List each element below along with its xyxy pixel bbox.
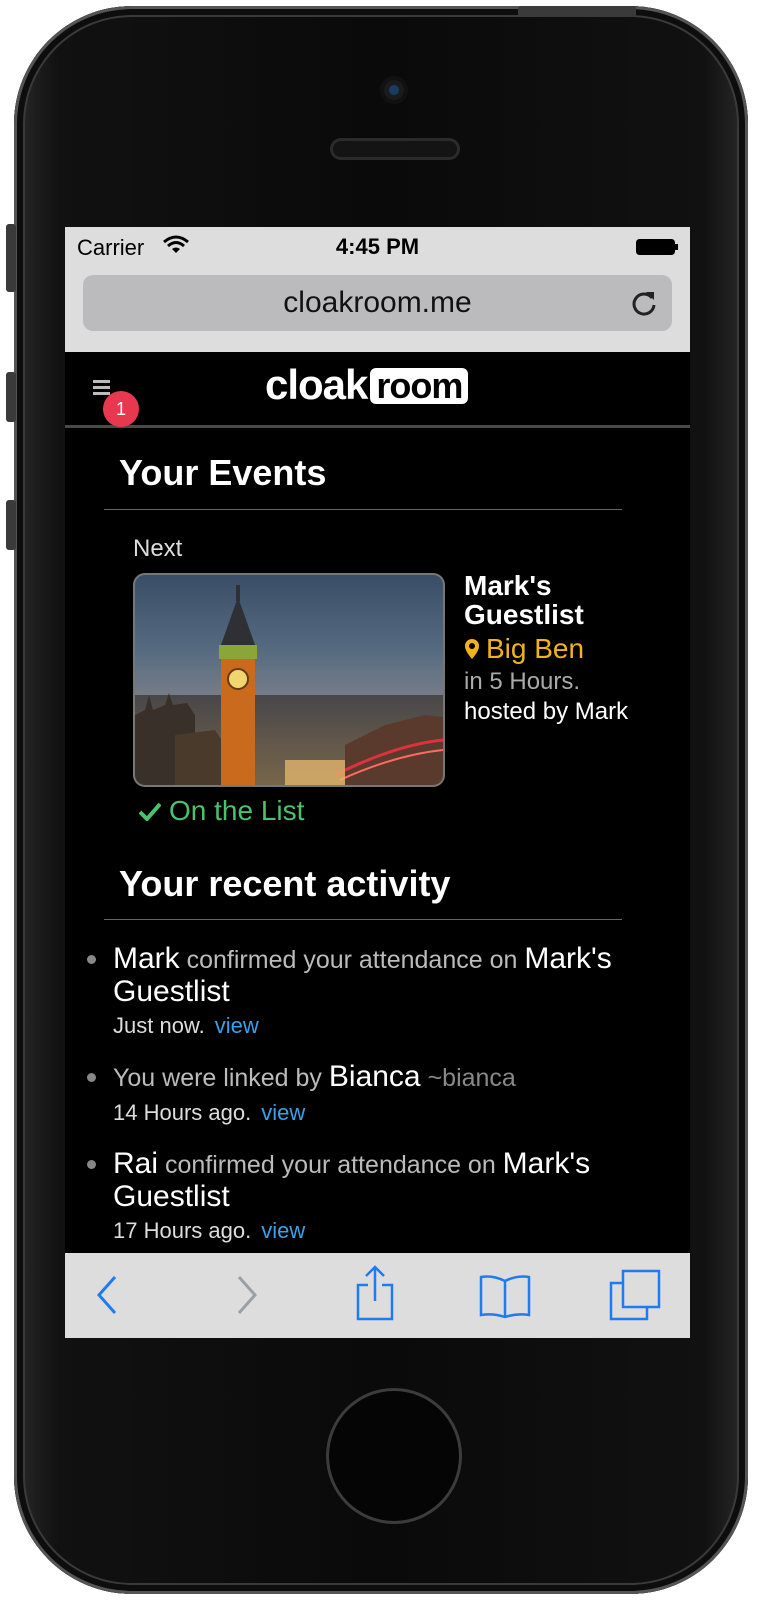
back-icon[interactable] (95, 1271, 121, 1319)
next-label: Next (133, 535, 183, 562)
power-button (518, 6, 636, 16)
activity-username: ~bianca (420, 1064, 516, 1092)
logo-text-room: room (370, 368, 469, 404)
activity-description: You were linked by (113, 1064, 329, 1092)
bullet (87, 955, 96, 964)
view-link[interactable]: view (261, 1218, 305, 1243)
volume-up-button (6, 372, 16, 422)
activity-heading: Your recent activity (119, 863, 451, 904)
list-item: Mark confirmed your attendance on Mark's… (87, 943, 677, 1039)
event-details: Mark's Guestlist Big Ben in 5 Hours. hos… (464, 571, 674, 725)
activity-time: 17 Hours ago. (113, 1218, 252, 1243)
activity-actor[interactable]: Mark (113, 942, 180, 975)
activity-description: confirmed your attendance on (158, 1151, 503, 1179)
check-icon (139, 802, 161, 821)
screen: Carrier 4:45 PM cloakroom.me 1 cloak roo… (65, 227, 690, 1338)
events-heading: Your Events (119, 452, 327, 493)
event-host: hosted by Mark (464, 698, 629, 725)
activity-meta: 14 Hours ago. view (113, 1100, 677, 1126)
event-time: in 5 Hours. (464, 668, 581, 695)
event-image[interactable] (133, 573, 445, 787)
earpiece-speaker (330, 138, 460, 160)
site-header: 1 cloak room (65, 352, 690, 428)
browser-toolbar (65, 1253, 690, 1338)
clock: 4:45 PM (335, 234, 420, 259)
bookmarks-icon[interactable] (479, 1273, 531, 1319)
menu-icon[interactable] (93, 380, 110, 395)
activity-list: Mark confirmed your attendance on Mark's… (87, 943, 677, 1266)
home-button[interactable] (326, 1388, 462, 1524)
event-venue-label: Big Ben (486, 633, 585, 664)
notification-badge[interactable]: 1 (103, 391, 139, 427)
activity-description: confirmed your attendance on (179, 946, 525, 974)
address-bar[interactable]: cloakroom.me (83, 275, 672, 331)
list-item: You were linked by Bianca ~bianca 14 Hou… (87, 1061, 677, 1126)
event-status-label: On the List (169, 795, 305, 826)
status-bar: Carrier 4:45 PM (65, 227, 690, 267)
browser-address-area: cloakroom.me (65, 267, 690, 352)
activity-text: You were linked by Bianca ~bianca (113, 1061, 677, 1094)
activity-actor[interactable]: Rai (113, 1147, 158, 1180)
bullet (87, 1073, 96, 1082)
tabs-icon[interactable] (609, 1269, 661, 1321)
activity-time: Just now. (113, 1013, 205, 1038)
activity-meta: 17 Hours ago. view (113, 1218, 677, 1244)
big-ben-illustration (135, 585, 443, 785)
activity-meta: Just now. view (113, 1013, 677, 1039)
activity-time: 14 Hours ago. (113, 1100, 252, 1125)
site-logo[interactable]: cloak room (265, 360, 469, 410)
divider (104, 509, 622, 510)
share-icon[interactable] (355, 1263, 395, 1321)
logo-text-cloak: cloak (265, 361, 368, 408)
battery-icon (636, 239, 678, 255)
list-item: Rai confirmed your attendance on Mark's … (87, 1148, 677, 1244)
forward-icon[interactable] (233, 1271, 259, 1319)
mute-switch (6, 224, 16, 292)
event-name[interactable]: Mark's Guestlist (464, 571, 674, 629)
event-status: On the List (139, 795, 304, 827)
pin-icon (465, 639, 479, 659)
event-venue[interactable]: Big Ben (464, 633, 674, 665)
activity-target[interactable]: Bianca (329, 1060, 421, 1093)
reload-icon[interactable] (630, 289, 658, 317)
bullet (87, 1160, 96, 1169)
view-link[interactable]: view (261, 1100, 305, 1125)
activity-text: Rai confirmed your attendance on Mark's … (113, 1148, 677, 1212)
divider (104, 919, 622, 920)
activity-text: Mark confirmed your attendance on Mark's… (113, 943, 677, 1007)
volume-down-button (6, 500, 16, 550)
url-text: cloakroom.me (283, 286, 472, 319)
view-link[interactable]: view (215, 1013, 259, 1038)
front-camera (380, 76, 408, 104)
